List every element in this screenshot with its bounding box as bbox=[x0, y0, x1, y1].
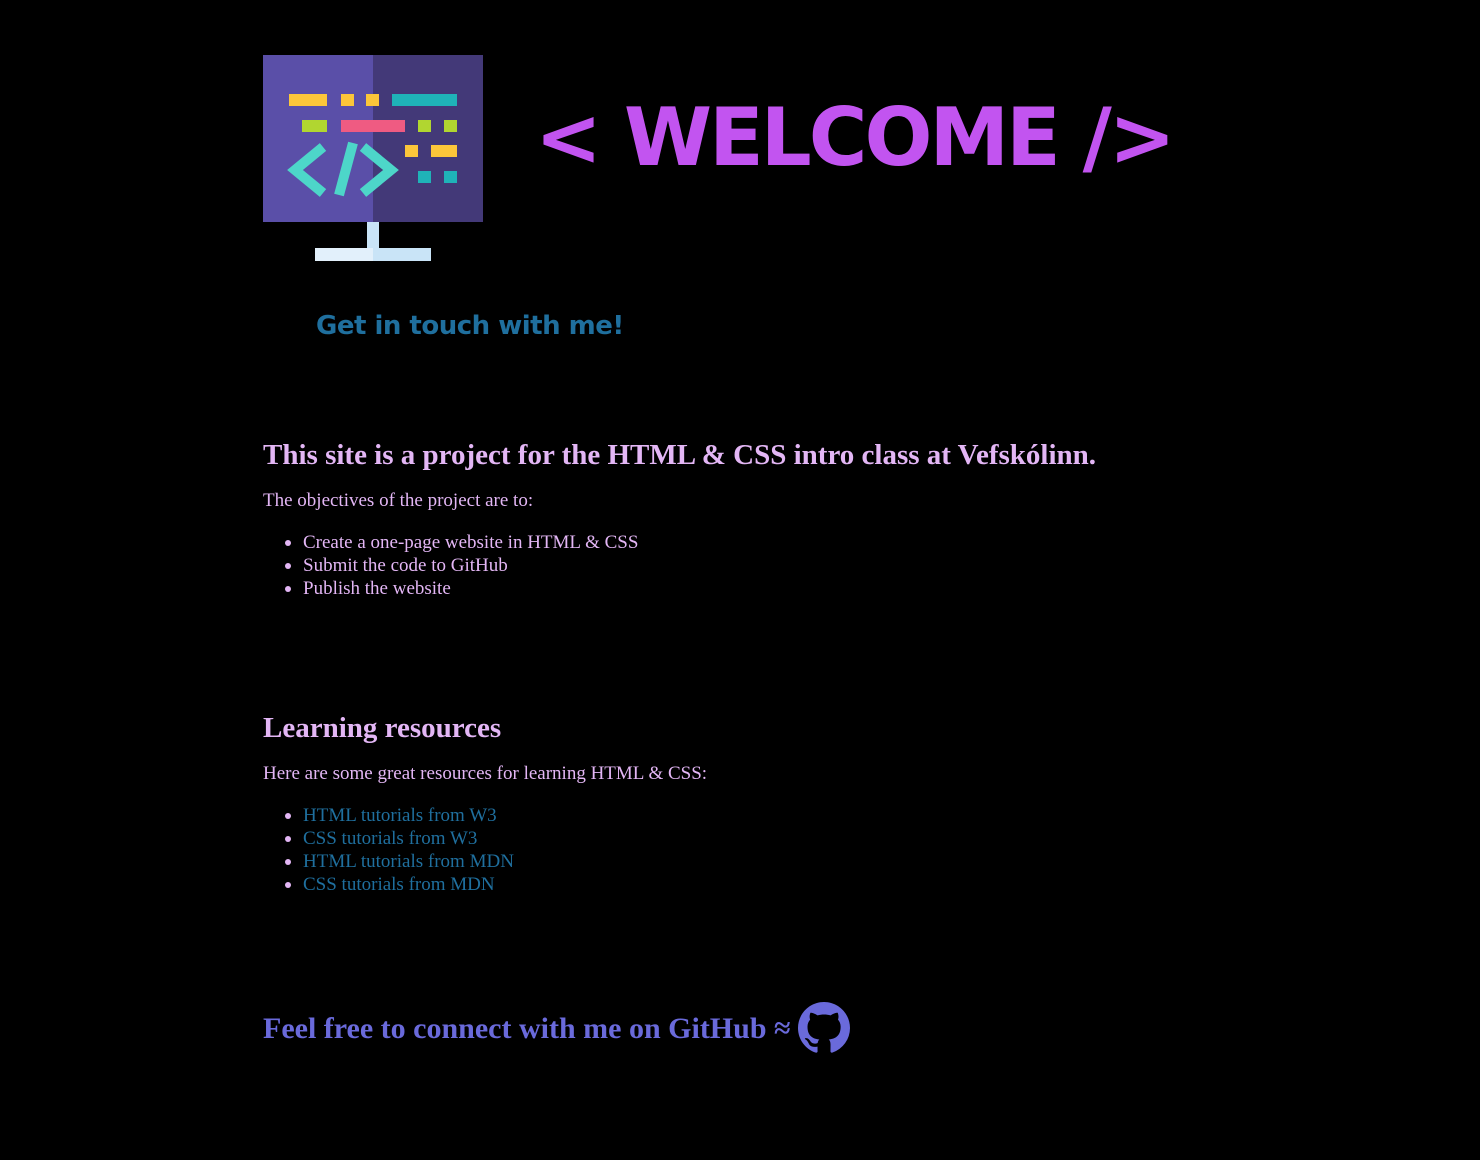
list-item: Submit the code to GitHub bbox=[285, 554, 1263, 577]
objectives-list: Create a one-page website in HTML & CSS … bbox=[263, 531, 1263, 600]
intro-section: This site is a project for the HTML & CS… bbox=[263, 437, 1263, 600]
footer-text: Feel free to connect with me on GitHub ≈ bbox=[263, 1012, 791, 1045]
list-item: HTML tutorials from MDN bbox=[285, 850, 1263, 873]
intro-heading: This site is a project for the HTML & CS… bbox=[263, 439, 1097, 471]
resources-section: Learning resources Here are some great r… bbox=[263, 710, 1263, 896]
github-icon[interactable] bbox=[798, 1002, 850, 1054]
list-item: Publish the website bbox=[285, 577, 1263, 600]
contact-link[interactable]: Get in touch with me! bbox=[316, 308, 624, 344]
intro-lead: The objectives of the project are to: bbox=[263, 490, 534, 511]
resources-lead: Here are some great resources for learni… bbox=[263, 763, 708, 784]
code-monitor-icon bbox=[263, 55, 483, 261]
list-item: CSS tutorials from MDN bbox=[285, 873, 1263, 896]
list-item: CSS tutorials from W3 bbox=[285, 827, 1263, 850]
list-item: Create a one-page website in HTML & CSS bbox=[285, 531, 1263, 554]
resources-list: HTML tutorials from W3 CSS tutorials fro… bbox=[263, 804, 1263, 896]
resource-link-html-w3[interactable]: HTML tutorials from W3 bbox=[303, 805, 497, 826]
footer: Feel free to connect with me on GitHub ≈ bbox=[263, 1002, 963, 1056]
header: < WELCOME /> bbox=[263, 55, 1176, 265]
page-title: < WELCOME /> bbox=[535, 91, 1176, 184]
resource-link-html-mdn[interactable]: HTML tutorials from MDN bbox=[303, 851, 514, 872]
resource-link-css-w3[interactable]: CSS tutorials from W3 bbox=[303, 828, 477, 849]
list-item: HTML tutorials from W3 bbox=[285, 804, 1263, 827]
resource-link-css-mdn[interactable]: CSS tutorials from MDN bbox=[303, 874, 495, 895]
resources-heading: Learning resources bbox=[263, 712, 502, 744]
